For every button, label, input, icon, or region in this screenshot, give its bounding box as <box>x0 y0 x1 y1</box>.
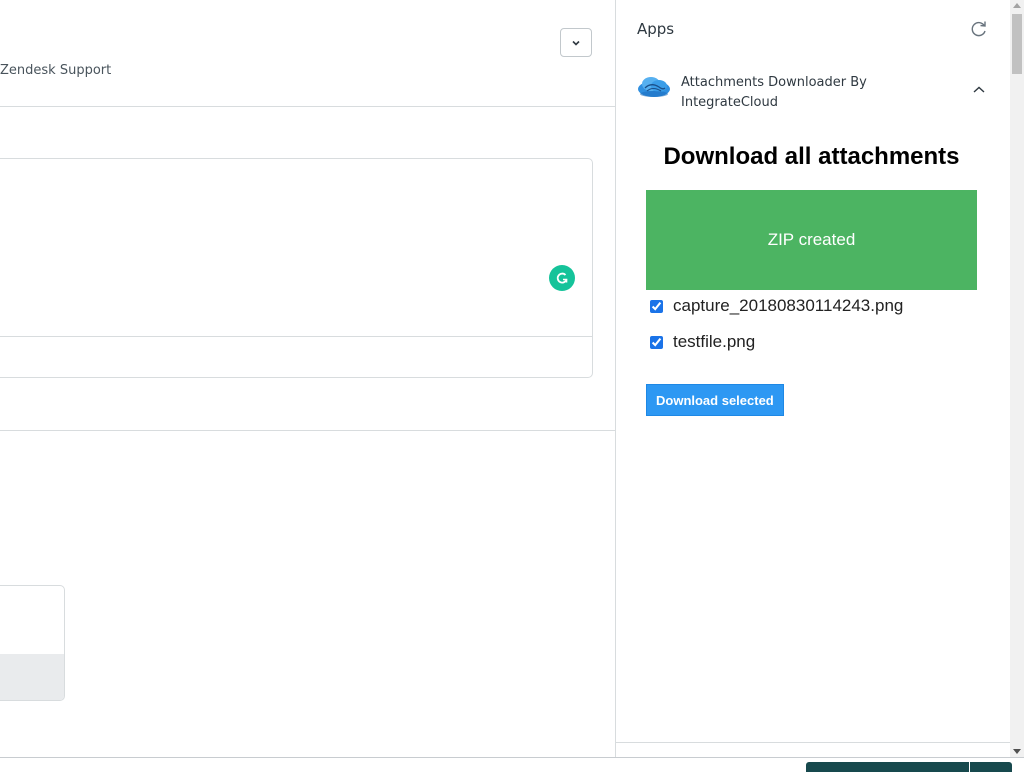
grammarly-icon <box>556 272 568 284</box>
editor-toolbar-divider <box>0 336 592 337</box>
attachment-checkbox[interactable] <box>650 299 663 313</box>
attachment-checkbox[interactable] <box>650 335 663 349</box>
scroll-down-arrow-icon[interactable] <box>1013 749 1021 754</box>
chevron-down-icon <box>572 40 580 46</box>
attachment-card[interactable] <box>0 585 65 701</box>
ticket-main-pane: Zendesk Support <box>0 0 615 757</box>
brand-subtitle: Zendesk Support <box>0 63 112 78</box>
apps-panel: Apps Attachments Downloader By Integrate… <box>616 0 1010 757</box>
attachment-item[interactable]: testfile.png <box>646 330 977 354</box>
refresh-apps-button[interactable] <box>968 18 990 40</box>
attachment-filename: testfile.png <box>673 332 756 351</box>
integratecloud-logo-icon <box>638 77 670 97</box>
apps-panel-bottom-divider <box>616 742 1010 743</box>
apps-panel-title: Apps <box>637 20 675 38</box>
app-name: Attachments Downloader By IntegrateCloud <box>681 75 867 110</box>
attachment-card-footer <box>0 654 64 700</box>
collapse-app-button[interactable] <box>971 82 987 98</box>
attachment-filename: capture_20180830114243.png <box>673 296 904 315</box>
grammarly-button[interactable] <box>549 265 575 291</box>
comment-editor[interactable] <box>0 158 593 378</box>
section-divider <box>0 430 615 431</box>
refresh-icon <box>971 21 986 37</box>
options-dropdown-button[interactable] <box>560 28 592 57</box>
app-heading: Download all attachments <box>663 143 960 170</box>
submit-button[interactable] <box>806 762 969 772</box>
app-content: Download all attachments ZIP created cap… <box>646 140 977 416</box>
app-header[interactable]: Attachments Downloader By IntegrateCloud <box>637 70 997 114</box>
zip-status-banner: ZIP created <box>646 190 977 290</box>
attachment-list: capture_20180830114243.png testfile.png <box>646 294 977 354</box>
download-selected-button[interactable]: Download selected <box>646 384 784 416</box>
scroll-up-arrow-icon[interactable] <box>1013 3 1021 8</box>
scrollbar-thumb[interactable] <box>1012 14 1022 74</box>
submit-options-button[interactable] <box>970 762 1012 772</box>
chevron-up-icon <box>973 86 985 93</box>
apps-panel-scrollbar[interactable] <box>1010 0 1024 757</box>
header-divider <box>0 106 615 107</box>
attachment-item[interactable]: capture_20180830114243.png <box>646 294 977 318</box>
